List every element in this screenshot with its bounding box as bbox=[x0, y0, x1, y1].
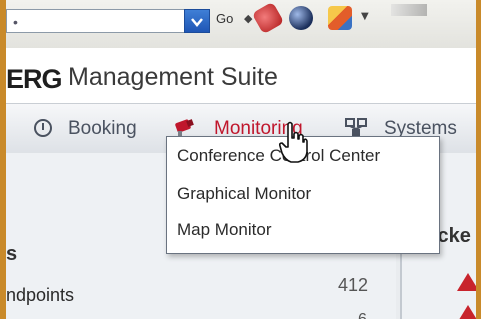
hand-cursor-icon bbox=[278, 121, 308, 163]
camera-icon bbox=[175, 119, 194, 137]
menu-item-graphical-monitor[interactable]: Graphical Monitor bbox=[177, 184, 311, 204]
secondary-count: 6 bbox=[358, 311, 367, 319]
endpoints-label: ndpoints bbox=[6, 285, 75, 305]
toolbar-app-icon[interactable] bbox=[328, 6, 352, 30]
toolbar-tag-icon[interactable] bbox=[251, 1, 285, 35]
section-heading: s bbox=[6, 243, 18, 265]
toolbar-dropdown-icon[interactable]: ▼ bbox=[361, 11, 369, 22]
browser-toolbar: • Go ◆ ▼ bbox=[6, 0, 476, 49]
screen: • Go ◆ ▼ ERG Management Suite Booking Mo… bbox=[6, 0, 476, 319]
endpoints-count: 412 bbox=[338, 275, 369, 295]
warning-icon[interactable] bbox=[457, 305, 476, 319]
go-button[interactable]: Go bbox=[216, 11, 233, 26]
clock-icon bbox=[34, 119, 52, 137]
toolbar-globe-icon[interactable] bbox=[289, 6, 313, 30]
app-title: Management Suite bbox=[68, 63, 278, 91]
chevron-down-icon bbox=[191, 18, 203, 27]
toolbar-extra-icon[interactable] bbox=[391, 4, 427, 16]
menu-item-map-monitor[interactable]: Map Monitor bbox=[177, 220, 271, 240]
menu-booking-label: Booking bbox=[68, 118, 137, 139]
app-header: ERG Management Suite bbox=[6, 48, 476, 103]
address-dropdown-button[interactable] bbox=[184, 9, 210, 33]
brand-logo: ERG bbox=[6, 64, 63, 94]
warning-icon[interactable] bbox=[457, 273, 476, 291]
forward-arrow-icon[interactable]: ◆ bbox=[244, 12, 252, 25]
address-field[interactable]: • bbox=[6, 9, 184, 33]
